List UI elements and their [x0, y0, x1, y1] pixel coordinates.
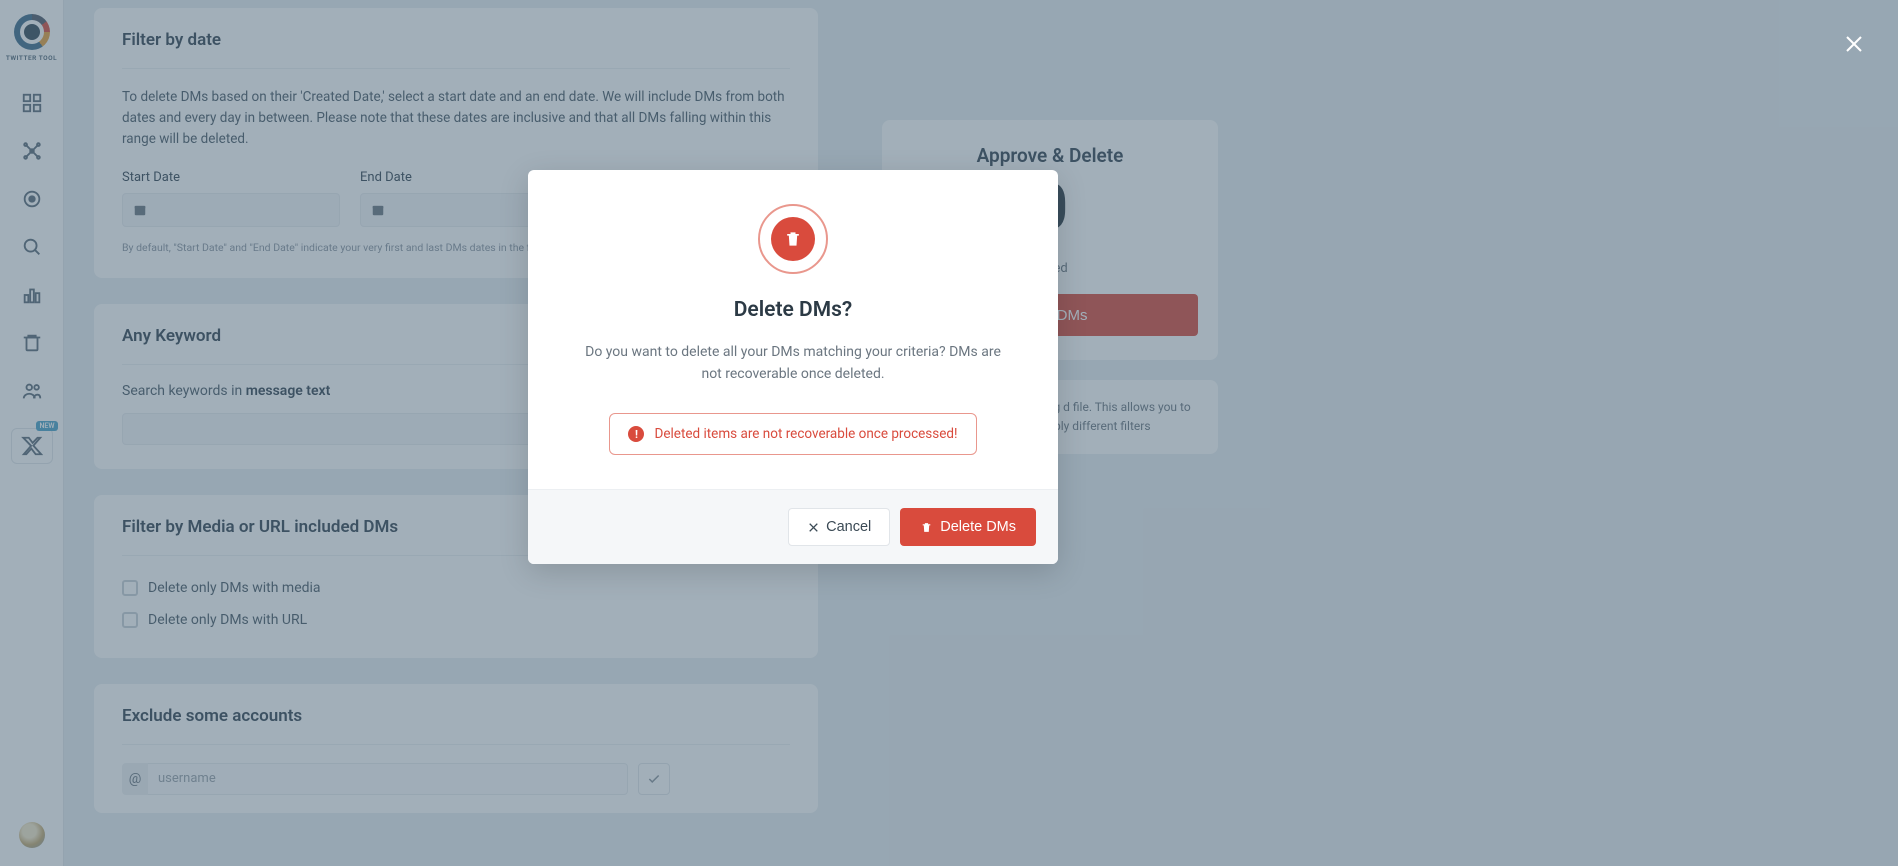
modal-icon — [758, 204, 828, 274]
modal-desc: Do you want to delete all your DMs match… — [568, 342, 1018, 385]
modal-body: Delete DMs? Do you want to delete all yo… — [528, 170, 1058, 489]
close-button[interactable] — [1840, 30, 1868, 58]
warning-text: Deleted items are not recoverable once p… — [654, 426, 957, 442]
confirm-label: Delete DMs — [940, 519, 1016, 535]
trash-icon — [920, 521, 933, 534]
modal-footer: Cancel Delete DMs — [528, 489, 1058, 564]
modal-warning: ! Deleted items are not recoverable once… — [609, 413, 976, 455]
close-icon — [1842, 32, 1866, 56]
alert-icon: ! — [628, 426, 644, 442]
cancel-label: Cancel — [826, 519, 871, 535]
close-icon — [807, 521, 820, 534]
trash-icon — [783, 229, 803, 249]
modal-title: Delete DMs? — [568, 298, 1018, 322]
confirm-modal: Delete DMs? Do you want to delete all yo… — [528, 170, 1058, 564]
confirm-delete-button[interactable]: Delete DMs — [900, 508, 1036, 546]
cancel-button[interactable]: Cancel — [788, 508, 890, 546]
